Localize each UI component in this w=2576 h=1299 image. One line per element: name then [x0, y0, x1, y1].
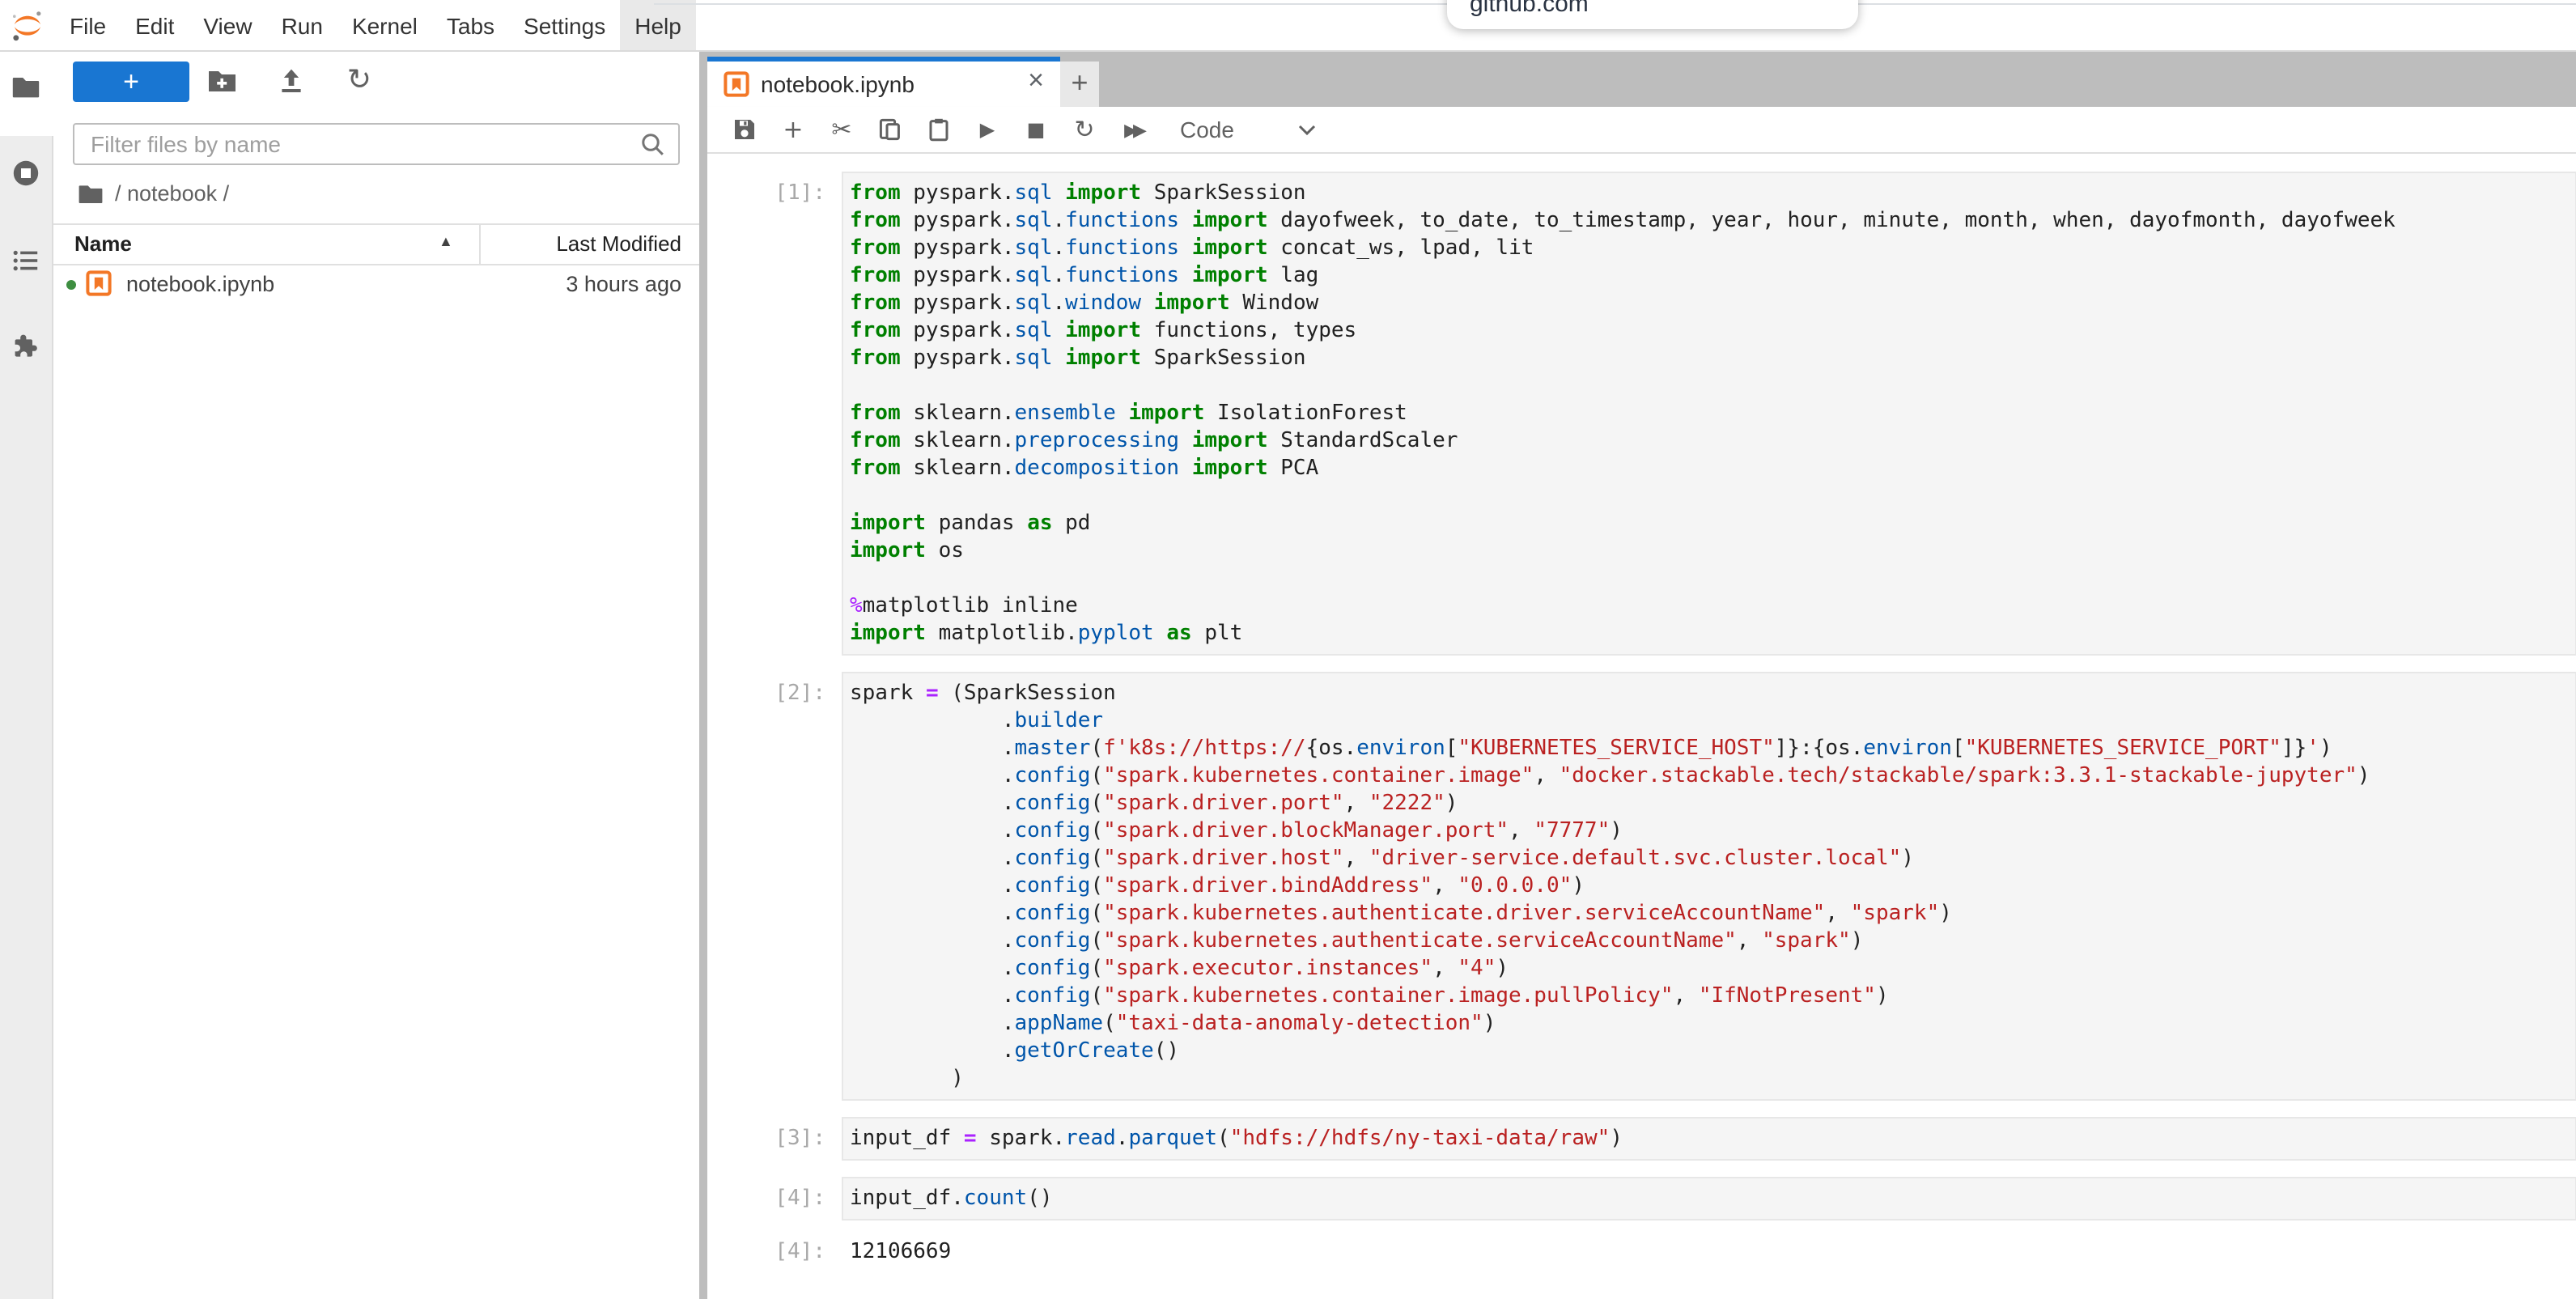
browser-popup: github.com [1447, 0, 1858, 29]
upload-icon[interactable] [275, 65, 308, 97]
extension-manager-icon[interactable] [11, 332, 40, 361]
cut-cells-button[interactable]: ✂ [817, 110, 866, 149]
refresh-icon[interactable]: ↻ [343, 65, 376, 97]
filter-files-input[interactable] [87, 129, 628, 159]
cell-editor[interactable]: input_df = spark.read.parquet("hdfs://hd… [842, 1117, 2576, 1161]
running-kernels-icon[interactable] [11, 159, 40, 188]
fast-forward-icon: ▶▶ [1124, 117, 1142, 142]
input-prompt: [4]: [707, 1177, 842, 1220]
menu-item-file[interactable]: File [55, 0, 121, 50]
panel-splitter[interactable] [699, 50, 707, 1299]
table-of-contents-icon[interactable] [11, 246, 40, 275]
run-all-cells-button[interactable]: ▶▶ [1109, 110, 1157, 149]
menu-item-edit[interactable]: Edit [121, 0, 189, 50]
menu-items: FileEditViewRunKernelTabsSettingsHelp [55, 0, 696, 50]
menu-item-run[interactable]: Run [267, 0, 337, 50]
column-separator [479, 225, 481, 264]
close-tab-icon[interactable]: × [1028, 65, 1044, 97]
filter-box [73, 123, 680, 165]
jupyterlab-window: FileEditViewRunKernelTabsSettingsHelp gi… [0, 0, 2576, 1299]
input-prompt: [2]: [707, 672, 842, 1101]
cell-editor[interactable]: input_df.count() [842, 1177, 2576, 1220]
copy-cells-button[interactable] [866, 110, 915, 149]
chevron-down-icon[interactable] [1299, 124, 1317, 135]
input-prompt: [3]: [707, 1117, 842, 1161]
activity-bar [0, 50, 53, 1299]
paste-cells-button[interactable] [915, 110, 963, 149]
scissors-icon: ✂ [831, 117, 851, 142]
restart-icon: ↻ [1074, 117, 1094, 142]
code-cell: [2]:spark = (SparkSession .builder .mast… [707, 672, 2576, 1101]
cell-type-select[interactable]: Code [1180, 117, 1234, 142]
save-icon [732, 117, 758, 142]
breadcrumb[interactable]: / notebook / [78, 180, 229, 207]
notebook-toolbar: + ✂ ▶ ■ ↻ ▶▶ Code [707, 107, 2576, 154]
stop-icon: ■ [1027, 117, 1046, 142]
sort-ascending-icon[interactable]: ▲ [439, 233, 453, 249]
cell-editor[interactable]: from pyspark.sql import SparkSessionfrom… [842, 172, 2576, 656]
save-button[interactable] [720, 110, 769, 149]
browser-popup-origin: github.com [1470, 0, 1589, 18]
tab-label: notebook.ipynb [761, 71, 915, 97]
paste-icon [926, 117, 952, 142]
notebook-content: [1]:from pyspark.sql import SparkSession… [707, 154, 2576, 1299]
run-cell-button[interactable]: ▶ [963, 110, 1012, 149]
menu-item-tabs[interactable]: Tabs [432, 0, 509, 50]
jupyter-logo-icon [11, 10, 44, 42]
notebook-icon [724, 71, 749, 97]
file-modified: 3 hours ago [566, 272, 681, 296]
notebook-icon [86, 270, 112, 296]
output-cell: [4]:12106669 [707, 1237, 2576, 1266]
insert-cell-button[interactable]: + [769, 110, 817, 149]
cell-editor[interactable]: spark = (SparkSession .builder .master(f… [842, 672, 2576, 1101]
plus-icon: + [783, 117, 803, 142]
tab-notebook[interactable]: notebook.ipynb × [707, 57, 1060, 107]
file-name[interactable]: notebook.ipynb [126, 272, 274, 296]
output-text: 12106669 [842, 1237, 2576, 1266]
tab-bar: notebook.ipynb × + [707, 50, 2576, 107]
output-prompt: [4]: [707, 1237, 842, 1266]
run-icon: ▶ [980, 117, 995, 142]
file-listing-header: Name ▲ Last Modified [53, 225, 699, 265]
menu-item-settings[interactable]: Settings [509, 0, 620, 50]
file-row[interactable]: notebook.ipynb 3 hours ago [53, 265, 699, 304]
code-cell: [4]:input_df.count() [707, 1177, 2576, 1220]
home-folder-icon[interactable] [78, 180, 104, 206]
menu-item-help[interactable]: Help [620, 0, 696, 50]
menu-bar: FileEditViewRunKernelTabsSettingsHelp [0, 0, 2576, 52]
code-cell: [3]:input_df = spark.read.parquet("hdfs:… [707, 1117, 2576, 1161]
new-tab-button[interactable]: + [1060, 62, 1099, 107]
new-folder-icon[interactable] [206, 65, 238, 97]
file-browser-panel: + ↻ / notebook / Name ▲ [53, 50, 699, 1299]
interrupt-kernel-button[interactable]: ■ [1012, 110, 1060, 149]
code-cell: [1]:from pyspark.sql import SparkSession… [707, 172, 2576, 656]
menu-item-view[interactable]: View [189, 0, 266, 50]
menu-item-kernel[interactable]: Kernel [337, 0, 432, 50]
column-header-modified[interactable]: Last Modified [556, 231, 681, 256]
restart-kernel-button[interactable]: ↻ [1060, 110, 1109, 149]
column-header-name[interactable]: Name [74, 231, 132, 256]
notebook-panel: notebook.ipynb × + + ✂ [707, 50, 2576, 1299]
file-browser-icon[interactable] [11, 73, 40, 102]
copy-icon [877, 117, 903, 142]
input-prompt: [1]: [707, 172, 842, 656]
kernel-running-dot [66, 280, 76, 290]
breadcrumb-path[interactable]: / notebook / [115, 181, 229, 206]
new-launcher-button[interactable]: + [73, 62, 189, 102]
search-icon [639, 131, 667, 159]
